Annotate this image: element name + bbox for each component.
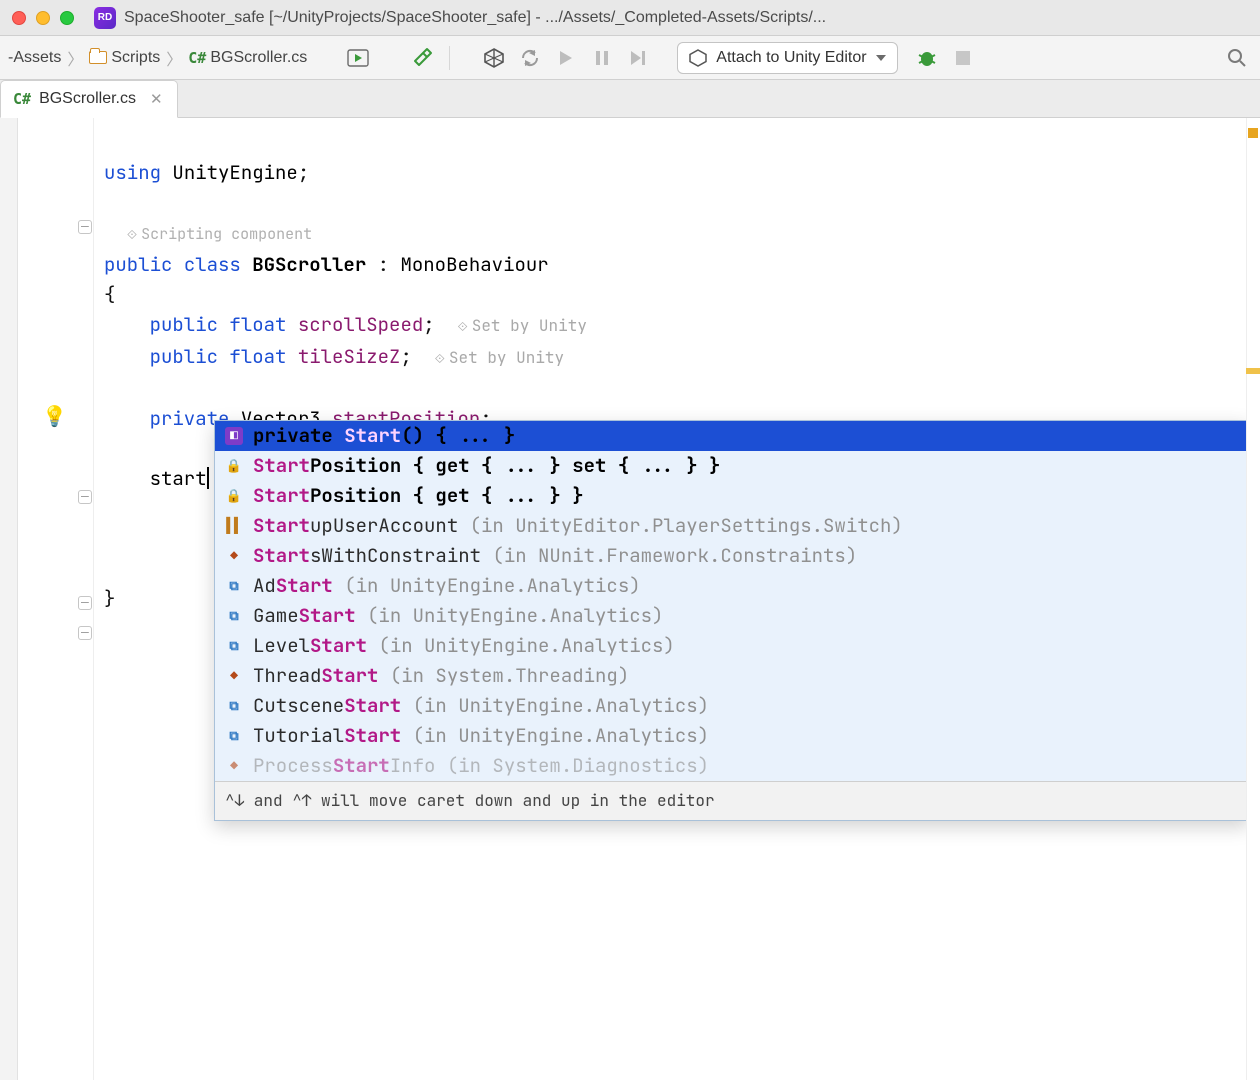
text-caret bbox=[207, 467, 209, 489]
breadcrumb-item-file[interactable]: C# BGScroller.cs bbox=[188, 49, 307, 67]
completion-item[interactable]: ⧉GameStart (in UnityEngine.Analytics) bbox=[215, 601, 1248, 631]
main-toolbar: -Assets 〉 Scripts 〉 C# BGScroller.cs bbox=[0, 36, 1260, 80]
window-titlebar: RD SpaceShooter_safe [~/UnityProjects/Sp… bbox=[0, 0, 1260, 36]
build-button[interactable] bbox=[407, 43, 437, 73]
stop-icon bbox=[955, 50, 971, 66]
minimize-window-button[interactable] bbox=[36, 11, 50, 25]
breadcrumb-item-assets[interactable]: -Assets bbox=[8, 49, 61, 67]
refresh-icon bbox=[520, 48, 540, 68]
fold-handle-icon[interactable] bbox=[78, 596, 92, 610]
completion-item[interactable]: ◆StartsWithConstraint (in NUnit.Framewor… bbox=[215, 541, 1248, 571]
attach-to-unity-dropdown[interactable]: Attach to Unity Editor bbox=[677, 42, 897, 74]
completion-item[interactable]: ◆ThreadStart (in System.Threading) bbox=[215, 661, 1248, 691]
completion-item[interactable]: 🔒StartPosition { get { ... } } bbox=[215, 481, 1248, 511]
editor-tab-label: BGScroller.cs bbox=[39, 90, 136, 108]
completion-item[interactable]: ⧉AdStart (in UnityEngine.Analytics) bbox=[215, 571, 1248, 601]
play-in-box-icon bbox=[347, 49, 369, 67]
close-window-button[interactable] bbox=[12, 11, 26, 25]
close-tab-button[interactable]: ✕ bbox=[150, 90, 163, 108]
unity-icon bbox=[483, 47, 505, 69]
unity-icon bbox=[688, 48, 708, 68]
step-button[interactable] bbox=[623, 43, 653, 73]
completion-item[interactable]: ▌▌StartupUserAccount (in UnityEditor.Pla… bbox=[215, 511, 1248, 541]
stop-button[interactable] bbox=[948, 43, 978, 73]
play-button[interactable] bbox=[551, 43, 581, 73]
breadcrumb-item-scripts[interactable]: Scripts bbox=[89, 49, 160, 67]
completion-item[interactable]: 🔒StartPosition { get { ... } set { ... }… bbox=[215, 451, 1248, 481]
completion-item[interactable]: ◆ProcessStartInfo (in System.Diagnostics… bbox=[215, 751, 1248, 781]
play-icon bbox=[558, 49, 574, 67]
search-icon bbox=[1227, 48, 1247, 68]
editor-tab[interactable]: C# BGScroller.cs ✕ bbox=[0, 80, 178, 118]
completion-item[interactable]: ⧉TutorialStart (in UnityEngine.Analytics… bbox=[215, 721, 1248, 751]
unity-button[interactable] bbox=[479, 43, 509, 73]
fold-handle-icon[interactable] bbox=[78, 220, 92, 234]
editor-tabs: C# BGScroller.cs ✕ bbox=[0, 80, 1260, 118]
error-stripe[interactable] bbox=[1246, 118, 1260, 1080]
warning-marker-icon[interactable] bbox=[1248, 128, 1258, 138]
window-title: SpaceShooter_safe [~/UnityProjects/Space… bbox=[124, 9, 1248, 27]
fold-handle-icon[interactable] bbox=[78, 626, 92, 640]
chevron-down-icon bbox=[875, 52, 887, 64]
breadcrumb: -Assets 〉 Scripts 〉 C# BGScroller.cs bbox=[8, 46, 307, 70]
run-target-button[interactable] bbox=[343, 43, 373, 73]
code-editor[interactable]: 💡 using UnityEngine; ⟐Scripting componen… bbox=[94, 118, 1246, 1080]
zoom-window-button[interactable] bbox=[60, 11, 74, 25]
attach-label: Attach to Unity Editor bbox=[716, 49, 866, 67]
breadcrumb-separator-icon: 〉 bbox=[164, 46, 184, 70]
app-icon: RD bbox=[94, 7, 116, 29]
pause-button[interactable] bbox=[587, 43, 617, 73]
lightbulb-icon[interactable]: 💡 bbox=[42, 401, 67, 431]
fold-handle-icon[interactable] bbox=[78, 490, 92, 504]
editor-main: 💡 using UnityEngine; ⟐Scripting componen… bbox=[0, 118, 1260, 1080]
window-controls bbox=[12, 11, 74, 25]
caret-marker bbox=[1246, 368, 1260, 374]
bug-icon bbox=[916, 47, 938, 69]
editor-gutter[interactable] bbox=[18, 118, 94, 1080]
bug-button[interactable] bbox=[912, 43, 942, 73]
breadcrumb-separator-icon: 〉 bbox=[65, 46, 85, 70]
inlay-hint: Scripting component bbox=[141, 224, 312, 244]
breadcrumb-label: BGScroller.cs bbox=[210, 49, 307, 67]
step-icon bbox=[629, 49, 647, 67]
completion-popup[interactable]: ◧private Start() { ... }🔒StartPosition {… bbox=[214, 420, 1249, 821]
folder-icon bbox=[89, 51, 107, 64]
refresh-button[interactable] bbox=[515, 43, 545, 73]
breadcrumb-label: Scripts bbox=[111, 49, 160, 67]
completion-item[interactable]: ⧉CutsceneStart (in UnityEngine.Analytics… bbox=[215, 691, 1248, 721]
breadcrumb-label: -Assets bbox=[8, 49, 61, 67]
search-button[interactable] bbox=[1222, 43, 1252, 73]
csharp-icon: C# bbox=[188, 49, 206, 67]
completion-item[interactable]: ◧private Start() { ... } bbox=[215, 421, 1248, 451]
completion-item[interactable]: ⧉LevelStart (in UnityEngine.Analytics) bbox=[215, 631, 1248, 661]
tool-window-stripe[interactable] bbox=[0, 118, 18, 1080]
hammer-icon bbox=[411, 47, 433, 69]
pause-icon bbox=[594, 49, 610, 67]
completion-footer: ^↓ and ^↑ will move caret down and up in… bbox=[215, 781, 1248, 820]
csharp-icon: C# bbox=[13, 90, 31, 108]
